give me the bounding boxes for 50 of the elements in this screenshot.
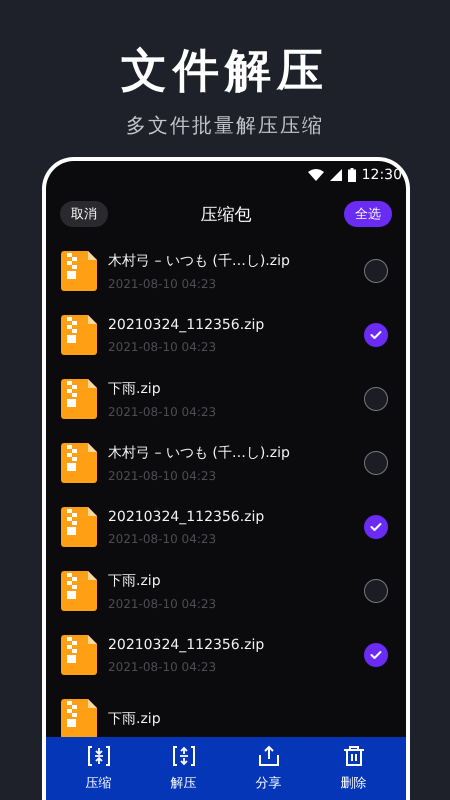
check-icon <box>370 650 382 660</box>
file-name: 下雨.zip <box>108 380 162 398</box>
zip-file-icon <box>61 571 97 611</box>
cancel-button[interactable]: 取消 <box>60 201 108 227</box>
screen-title: 压缩包 <box>200 204 252 226</box>
status-time: 12:30 <box>362 167 402 183</box>
checked-checkbox[interactable] <box>364 643 388 667</box>
toolbar-button[interactable]: 分享 <box>248 739 290 798</box>
signal-icon <box>330 169 342 181</box>
check-icon <box>370 522 382 532</box>
checkbox[interactable] <box>364 579 388 603</box>
zip-file-icon <box>61 507 97 547</box>
file-name: 木村弓 – いつも (千…し).zip <box>108 252 291 270</box>
checkbox[interactable] <box>364 451 388 475</box>
zip-file-icon <box>61 315 97 355</box>
file-name: 20210324_112356.zip <box>108 636 266 652</box>
file-name: 木村弓 – いつも (千…し).zip <box>108 444 291 462</box>
zip-file-icon <box>61 251 97 291</box>
compress-icon <box>86 745 110 767</box>
file-date: 2021-08-10 04:23 <box>108 596 218 610</box>
zip-file-icon <box>61 379 97 419</box>
extract-icon <box>172 745 196 767</box>
file-date: 2021-08-10 04:23 <box>108 404 218 418</box>
toolbar-button[interactable]: 删除 <box>332 739 374 798</box>
select-all-button[interactable]: 全选 <box>344 201 392 227</box>
zip-file-icon <box>61 635 97 675</box>
file-name: 20210324_112356.zip <box>108 508 266 524</box>
checkbox[interactable] <box>364 387 388 411</box>
checked-checkbox[interactable] <box>364 515 388 539</box>
wifi-icon <box>308 169 324 181</box>
checked-checkbox[interactable] <box>364 323 388 347</box>
check-icon <box>370 330 382 340</box>
file-name: 下雨.zip <box>108 710 162 728</box>
file-date: 2021-08-10 04:23 <box>108 340 218 354</box>
file-date: 2021-08-10 04:23 <box>108 276 218 290</box>
checkbox[interactable] <box>364 259 388 283</box>
file-date: 2021-08-10 04:23 <box>108 660 218 674</box>
headline: 文件解压 <box>121 42 329 99</box>
file-date: 2021-08-10 04:23 <box>108 468 218 482</box>
trash-icon <box>342 745 366 767</box>
toolbar-button[interactable]: 压缩 <box>78 739 120 798</box>
share-icon <box>256 745 280 767</box>
toolbar-button[interactable]: 解压 <box>162 739 204 798</box>
zip-file-icon <box>61 699 97 737</box>
subtitle: 多文件批量解压压缩 <box>126 112 324 139</box>
battery-icon <box>348 168 356 182</box>
zip-file-icon <box>61 443 97 483</box>
file-date: 2021-08-10 04:23 <box>108 532 218 546</box>
file-name: 下雨.zip <box>108 572 162 590</box>
file-name: 20210324_112356.zip <box>108 316 266 332</box>
